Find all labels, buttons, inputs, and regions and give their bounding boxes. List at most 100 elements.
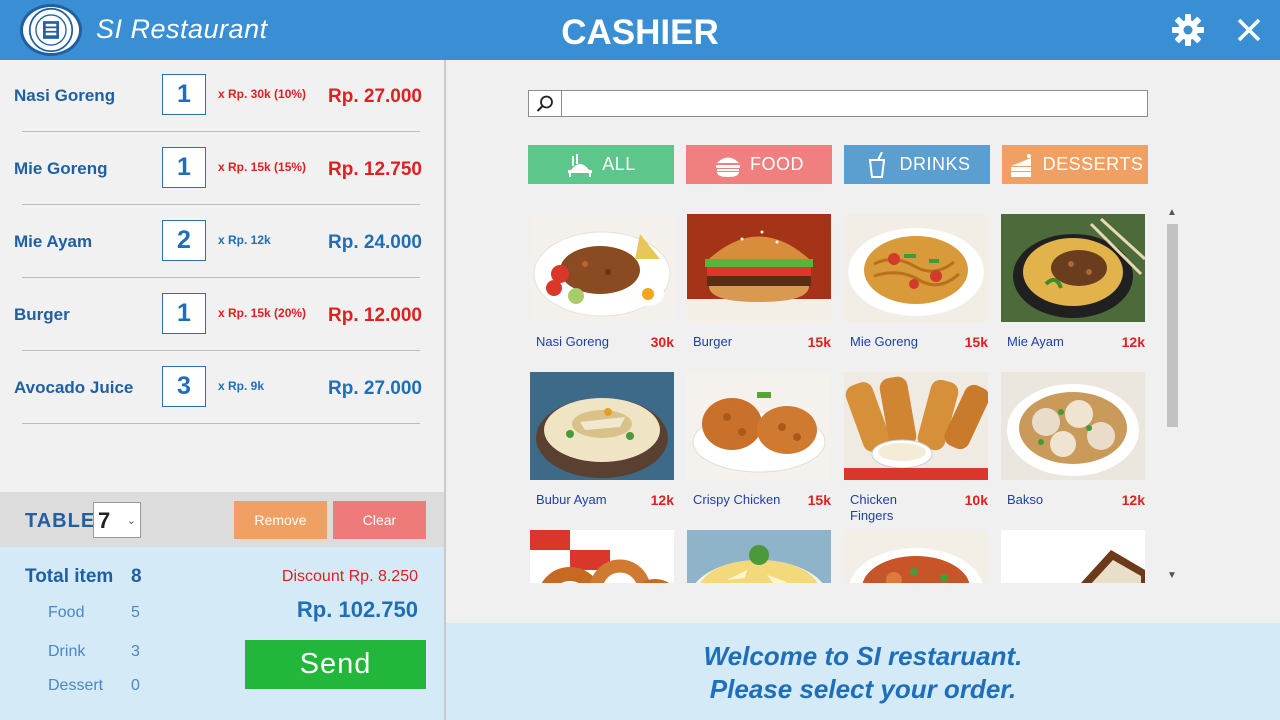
welcome-line-1: Welcome to SI restaruant. xyxy=(703,641,1023,671)
title-bar: SI Restaurant CASHIER xyxy=(0,0,1280,60)
food-photo xyxy=(844,372,988,480)
order-item-quantity[interactable]: 1 xyxy=(162,74,206,115)
chevron-down-icon: ⌄ xyxy=(126,515,136,527)
menu-item-card[interactable] xyxy=(999,526,1145,583)
order-item-name: Nasi Goreng xyxy=(14,86,116,105)
search-icon[interactable] xyxy=(529,91,562,116)
food-photo xyxy=(844,214,988,322)
remove-button[interactable]: Remove xyxy=(234,501,327,539)
total-item-count: 8 xyxy=(131,566,142,587)
scroll-down-icon[interactable]: ▼ xyxy=(1164,569,1180,583)
category-all-button[interactable]: ALL xyxy=(528,145,674,184)
food-photo xyxy=(530,372,674,480)
category-drinks-button[interactable]: DRINKS xyxy=(844,145,990,184)
order-item-total: Rp. 12.750 xyxy=(328,159,422,180)
send-button[interactable]: Send xyxy=(245,640,426,689)
order-item-unit-price: x Rp. 12k xyxy=(218,233,271,247)
menu-item-price: 15k xyxy=(807,492,831,508)
order-item-quantity[interactable]: 3 xyxy=(162,366,206,407)
menu-item-price: 12k xyxy=(650,492,674,508)
table-select[interactable]: 7 ⌄ xyxy=(93,502,141,538)
order-panel: Nasi Goreng 1 x Rp. 30k (10%) Rp. 27.000 Mie… xyxy=(0,60,446,720)
menu-item-name: Bubur Ayam xyxy=(536,492,607,507)
order-item-unit-price: x Rp. 30k (10%) xyxy=(218,87,307,101)
food-photo xyxy=(530,214,674,322)
food-photo xyxy=(1001,214,1145,322)
discount-text: Discount Rp. 8.250 xyxy=(281,568,418,585)
order-summary: Total item 8 Food 5 Drink 3 Dessert 0 Di… xyxy=(0,547,444,720)
app-title: SI Restaurant xyxy=(96,14,268,44)
food-photo xyxy=(844,530,988,583)
menu-item-card[interactable]: Chicken Fingers 10k xyxy=(842,368,988,523)
order-item[interactable]: Avocado Juice 3 x Rp. 9k Rp. 27.000 xyxy=(0,352,444,425)
menu-item-card[interactable] xyxy=(685,526,831,583)
gear-icon xyxy=(1172,14,1204,46)
dessert-count: 0 xyxy=(131,677,140,694)
menu-scrollbar[interactable]: ▲ ▼ xyxy=(1164,206,1180,583)
food-count: 5 xyxy=(131,604,140,621)
category-desserts-button[interactable]: DESSERTS xyxy=(1002,145,1148,184)
drink-count: 3 xyxy=(131,643,140,660)
order-item-total: Rp. 24.000 xyxy=(328,232,422,253)
menu-item-price: 10k xyxy=(964,492,988,508)
menu-item-name: Mie Ayam xyxy=(1007,334,1064,349)
drink-cup-icon xyxy=(863,151,891,178)
order-item-quantity[interactable]: 1 xyxy=(162,147,206,188)
scroll-up-icon[interactable]: ▲ xyxy=(1164,206,1180,220)
menu-item-card[interactable]: Nasi Goreng 30k xyxy=(528,210,674,360)
total-item-label: Total item xyxy=(25,566,114,587)
order-item[interactable]: Mie Goreng 1 x Rp. 15k (15%) Rp. 12.750 xyxy=(0,133,444,206)
search-bar xyxy=(528,90,1148,117)
menu-item-price: 12k xyxy=(1121,334,1145,350)
burger-icon xyxy=(714,152,742,178)
menu-item-card[interactable]: Mie Goreng 15k xyxy=(842,210,988,360)
university-logo xyxy=(20,4,82,56)
menu-item-card[interactable]: Crispy Chicken 15k xyxy=(685,368,831,518)
dessert-label: Dessert xyxy=(48,677,104,694)
menu-item-price: 12k xyxy=(1121,492,1145,508)
order-item-unit-price: x Rp. 15k (15%) xyxy=(218,160,307,174)
divider xyxy=(22,350,420,351)
order-item-name: Mie Ayam xyxy=(14,232,93,251)
food-photo xyxy=(1001,372,1145,480)
grand-total: Rp. 102.750 xyxy=(296,597,418,622)
order-item-quantity[interactable]: 1 xyxy=(162,293,206,334)
menu-item-card[interactable]: Bakso 12k xyxy=(999,368,1145,518)
category-label: DRINKS xyxy=(899,154,971,174)
settings-button[interactable] xyxy=(1168,10,1208,50)
menu-item-card[interactable] xyxy=(842,526,988,583)
category-food-button[interactable]: FOOD xyxy=(686,145,832,184)
divider xyxy=(22,131,420,132)
menu-panel: ALL FOOD DRINKS DESSERTS Nasi Goreng 30k Burg… xyxy=(446,60,1280,623)
order-item-total: Rp. 27.000 xyxy=(328,86,422,107)
food-label: Food xyxy=(48,604,85,621)
menu-grid: Nasi Goreng 30k Burger 15k Mie Goreng 15k Mie … xyxy=(528,210,1148,583)
food-photo xyxy=(687,372,831,480)
menu-item-card[interactable]: Bubur Ayam 12k xyxy=(528,368,674,518)
divider xyxy=(22,204,420,205)
divider xyxy=(22,423,420,424)
order-item-name: Mie Goreng xyxy=(14,159,108,178)
food-photo xyxy=(1001,530,1145,583)
order-item[interactable]: Nasi Goreng 1 x Rp. 30k (10%) Rp. 27.000 xyxy=(0,60,444,133)
order-item[interactable]: Mie Ayam 2 x Rp. 12k Rp. 24.000 xyxy=(0,206,444,279)
order-item-name: Burger xyxy=(14,305,70,324)
table-bar: TABLE 7 ⌄ Remove Clear xyxy=(0,492,444,547)
close-button[interactable] xyxy=(1229,10,1269,50)
order-item[interactable]: Burger 1 x Rp. 15k (20%) Rp. 12.000 xyxy=(0,279,444,352)
meal-tray-icon xyxy=(566,152,594,178)
scrollbar-thumb[interactable] xyxy=(1167,224,1178,427)
order-item-unit-price: x Rp. 15k (20%) xyxy=(218,306,307,320)
close-icon xyxy=(1237,18,1261,42)
order-item-quantity[interactable]: 2 xyxy=(162,220,206,261)
menu-item-card[interactable]: Burger 15k xyxy=(685,210,831,360)
order-item-unit-price: x Rp. 9k xyxy=(218,379,265,393)
clear-button[interactable]: Clear xyxy=(333,501,426,539)
food-photo xyxy=(687,214,831,322)
search-input[interactable] xyxy=(563,91,1147,116)
order-item-name: Avocado Juice xyxy=(14,378,134,397)
menu-item-card[interactable]: Mie Ayam 12k xyxy=(999,210,1145,360)
menu-item-name: Burger xyxy=(693,334,733,349)
menu-item-card[interactable] xyxy=(528,526,674,583)
table-label: TABLE xyxy=(25,510,96,532)
